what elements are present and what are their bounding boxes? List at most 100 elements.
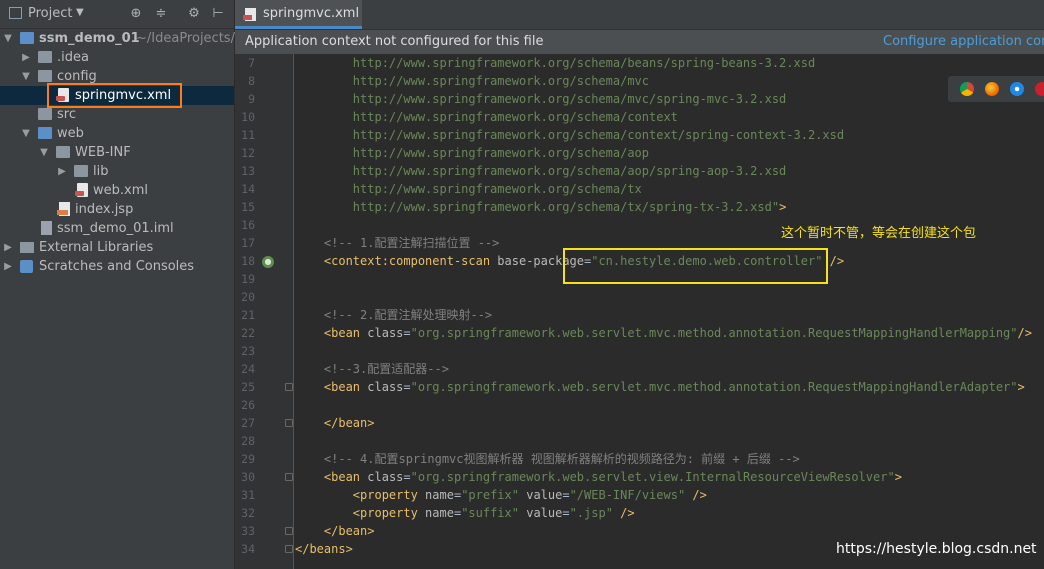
code-token: <property: [352, 506, 426, 520]
collapse-all-icon[interactable]: ≑: [153, 6, 169, 22]
tree-item-idea[interactable]: ▶ .idea: [0, 48, 234, 67]
line-number: 18: [241, 254, 255, 268]
chevron-right-icon[interactable]: ▶: [2, 257, 14, 276]
code-line: http://www.springframework.org/schema/co…: [295, 108, 678, 126]
line-number: 17: [241, 236, 255, 250]
project-icon: [9, 7, 22, 19]
code-token: >: [894, 470, 902, 484]
tree-item-external-libraries[interactable]: ▶ External Libraries: [0, 238, 234, 257]
code-line: <!-- 2.配置注解处理映射-->: [295, 306, 492, 324]
chevron-down-icon[interactable]: ▼: [2, 29, 14, 48]
tree-item-iml[interactable]: ssm_demo_01.iml: [0, 219, 234, 238]
code-token: "prefix": [461, 488, 519, 502]
code-token: http://www.springframework.org/schema/mv…: [352, 92, 787, 106]
code-token: http://www.springframework.org/schema/tx: [352, 182, 642, 196]
code-token: =: [562, 506, 570, 520]
tree-item-web[interactable]: ▼ web: [0, 124, 234, 143]
code-line: <bean class="org.springframework.web.ser…: [295, 468, 902, 486]
code-editor[interactable]: ● 7 8 9 10 11 12 13 14 15 16 17 18 19 20 21 22 23 24 25 26 2…: [235, 54, 1044, 569]
highlight-box-orange: [47, 83, 182, 108]
code-token: >: [1017, 380, 1025, 394]
opera-icon[interactable]: [1035, 82, 1044, 96]
line-number: 29: [241, 452, 255, 466]
fold-icon[interactable]: [285, 527, 293, 535]
project-view-selector[interactable]: Project: [28, 6, 72, 21]
fold-icon[interactable]: [285, 383, 293, 391]
chevron-right-icon[interactable]: ▶: [20, 48, 32, 67]
firefox-icon[interactable]: [985, 82, 999, 96]
code-token: =: [403, 326, 411, 340]
tree-item-web-inf[interactable]: ▼ WEB-INF: [0, 143, 234, 162]
folder-icon: [74, 165, 88, 177]
tree-item-index-jsp[interactable]: index.jsp: [0, 200, 234, 219]
hide-icon[interactable]: ⊢: [210, 6, 226, 22]
jsp-file-icon: [57, 202, 70, 216]
safari-icon[interactable]: [1010, 82, 1024, 96]
code-token: value: [526, 488, 563, 502]
tree-label: ssm_demo_01: [39, 31, 140, 46]
locate-icon[interactable]: ⊕: [128, 6, 144, 22]
code-token: <bean: [323, 380, 368, 394]
code-token: =: [562, 488, 570, 502]
configure-context-link[interactable]: Configure application cont: [883, 34, 1044, 49]
code-token: "org.springframework.web.servlet.view.In…: [410, 470, 895, 484]
code-token: "suffix": [461, 506, 519, 520]
line-number: 34: [241, 542, 255, 556]
fold-icon[interactable]: [285, 473, 293, 481]
tab-springmvc-xml[interactable]: springmvc.xml: [235, 0, 362, 29]
code-token: </bean>: [323, 416, 375, 430]
chevron-down-icon[interactable]: ▼: [20, 124, 32, 143]
line-number: 19: [241, 272, 255, 286]
code-token: value: [526, 506, 563, 520]
line-number: 12: [241, 146, 255, 160]
xml-file-icon: [243, 8, 256, 21]
code-line: </beans>: [295, 540, 353, 558]
chevron-down-icon[interactable]: ▼: [38, 143, 50, 162]
code-line: </bean>: [295, 522, 375, 540]
code-line: <!-- 4.配置springmvc视图解析器 视图解析器解析的视频路径为: 前…: [295, 450, 800, 468]
tree-label: External Libraries: [39, 240, 154, 255]
code-token: =: [403, 470, 411, 484]
code-token: http://www.springframework.org/schema/co…: [352, 110, 678, 124]
chrome-icon[interactable]: [960, 82, 974, 96]
line-number: 33: [241, 524, 255, 538]
code-token: <bean: [323, 326, 368, 340]
code-token: <!--3.配置适配器-->: [323, 362, 449, 376]
code-token: http://www.springframework.org/schema/ao…: [352, 164, 787, 178]
tree-item-lib[interactable]: ▶ lib: [0, 162, 234, 181]
code-token: <!-- 1.配置注解扫描位置 -->: [323, 236, 500, 250]
code-line: http://www.springframework.org/schema/mv…: [295, 90, 786, 108]
code-token: />: [685, 488, 707, 502]
code-line: </bean>: [295, 414, 375, 432]
tree-item-web-xml[interactable]: web.xml: [0, 181, 234, 200]
tree-item-ssm-demo-01[interactable]: ▼ ssm_demo_01 ~/IdeaProjects/s: [0, 29, 242, 48]
code-token: class: [367, 380, 404, 394]
fold-icon[interactable]: [285, 419, 293, 427]
project-sidebar: Project ▼ ⊕ ≑ ⚙ ⊢ ▼ ssm_demo_01 ~/IdeaPr…: [0, 0, 242, 569]
chevron-right-icon[interactable]: ▶: [56, 162, 68, 181]
folder-icon: [38, 108, 52, 120]
fold-icon[interactable]: [285, 545, 293, 553]
code-token: </beans>: [295, 542, 353, 556]
code-line: http://www.springframework.org/schema/ao…: [295, 162, 786, 180]
chevron-right-icon[interactable]: ▶: [2, 238, 14, 257]
chevron-down-icon[interactable]: ▼: [76, 7, 84, 18]
code-line: <bean class="org.springframework.web.ser…: [295, 378, 1025, 396]
line-number: 20: [241, 290, 255, 304]
line-number: 15: [241, 200, 255, 214]
tree-item-scratches[interactable]: ▶ Scratches and Consoles: [0, 257, 234, 276]
tree-label: ssm_demo_01.iml: [57, 221, 174, 236]
gear-icon[interactable]: ⚙: [186, 6, 202, 22]
code-token: <property: [352, 488, 426, 502]
code-token: <bean: [323, 470, 368, 484]
sidebar-header: Project ▼ ⊕ ≑ ⚙ ⊢: [0, 0, 234, 29]
web-folder-icon: [38, 127, 52, 139]
chevron-down-icon[interactable]: ▼: [20, 67, 32, 86]
spring-bean-icon[interactable]: ●: [262, 256, 274, 268]
